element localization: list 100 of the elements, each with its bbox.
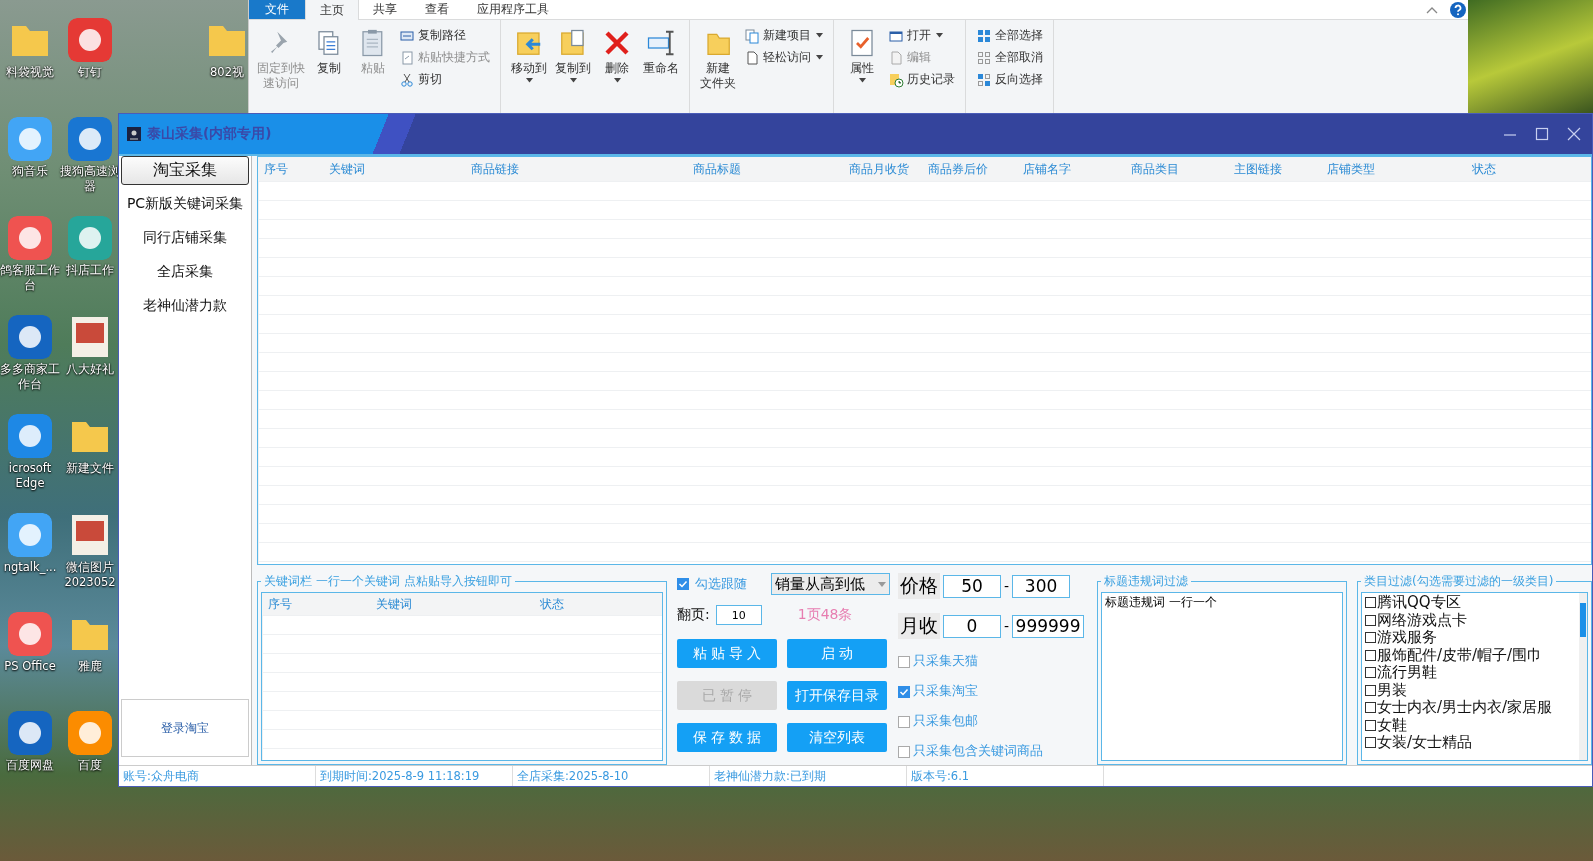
- app-icon[interactable]: [8, 414, 52, 458]
- app-icon[interactable]: [8, 612, 52, 656]
- checkbox[interactable]: [1365, 719, 1376, 731]
- icon-label: 微信图片 2023052: [64, 560, 116, 590]
- checkbox[interactable]: [1365, 702, 1376, 714]
- checkbox[interactable]: [898, 715, 910, 728]
- status-text: 老神仙潜力款:已到期: [710, 766, 907, 786]
- app-icon[interactable]: [68, 216, 112, 260]
- app-icon[interactable]: [68, 711, 112, 755]
- column-header: 状态: [1471, 160, 1497, 178]
- ribbon-button[interactable]: 重命名: [641, 26, 681, 78]
- category-label: 女士内衣/男士内衣/家居服: [1377, 698, 1553, 717]
- app-icon[interactable]: [8, 513, 52, 557]
- checkbox[interactable]: [1365, 597, 1376, 609]
- ribbon-button[interactable]: 全部选择: [974, 26, 1045, 45]
- icon-label: 八大好礼: [66, 362, 114, 377]
- icon-label: 802视: [210, 65, 244, 80]
- ribbon-button[interactable]: 历史记录: [886, 70, 957, 89]
- icon-label: ngtalk_...: [3, 560, 57, 575]
- window-title: 泰山采集(内部专用): [147, 125, 272, 143]
- column-header: 关键词: [374, 595, 413, 613]
- icon-label: 鸽客服工作 台: [0, 263, 60, 293]
- page-field[interactable]: 10: [715, 605, 762, 625]
- ribbon-button[interactable]: 轻松访问: [742, 48, 825, 67]
- page-info: 1页48条: [797, 606, 853, 624]
- icon-label: 钉钉: [78, 65, 102, 80]
- ribbon-button[interactable]: 反向选择: [974, 70, 1045, 89]
- app-icon[interactable]: [8, 315, 52, 359]
- ribbon-button[interactable]: 剪切: [397, 70, 492, 89]
- icon-label: 百度: [78, 758, 102, 773]
- category-label: 女鞋: [1377, 715, 1407, 734]
- group-title: 标题违规词过滤: [1103, 573, 1189, 590]
- monthly-min-field[interactable]: 0: [943, 614, 1001, 638]
- checkbox-label: 只采集淘宝: [913, 683, 978, 700]
- checkbox[interactable]: [1365, 737, 1376, 749]
- app-icon[interactable]: [68, 18, 112, 62]
- ribbon-tab[interactable]: 文件: [249, 0, 305, 19]
- ribbon-button[interactable]: 复制路径: [397, 26, 492, 45]
- app-logo-icon: [127, 127, 141, 141]
- checkbox[interactable]: [1365, 667, 1376, 679]
- checkbox[interactable]: [1365, 632, 1376, 644]
- help-icon[interactable]: [1450, 1, 1466, 18]
- app-icon[interactable]: [8, 216, 52, 260]
- checkbox-label: 只采集包邮: [913, 713, 978, 730]
- checkbox[interactable]: [1365, 614, 1376, 626]
- checkbox[interactable]: [1365, 649, 1376, 661]
- ribbon-button[interactable]: 打开: [886, 26, 957, 45]
- price-max-field[interactable]: 300: [1012, 574, 1071, 598]
- chevron-icon[interactable]: [1426, 5, 1438, 14]
- nav-item[interactable]: 老神仙潜力款: [121, 291, 249, 321]
- column-header: 商品月收货: [848, 160, 910, 178]
- login-button[interactable]: 登录淘宝: [121, 699, 249, 757]
- price-min-field[interactable]: 50: [943, 574, 1001, 598]
- icon-label: icrosoft Edge: [8, 461, 52, 491]
- category-label: 男装: [1377, 680, 1407, 699]
- documents-icon: [744, 27, 760, 44]
- maximize-icon[interactable]: [1534, 126, 1550, 142]
- checkbox[interactable]: [677, 578, 689, 590]
- document-icon: [888, 49, 904, 66]
- monthly-max-field[interactable]: 999999: [1012, 614, 1085, 638]
- ribbon-button[interactable]: 新建 文件夹: [698, 26, 738, 93]
- group-title: 类目过滤(勾选需要过滤的一级类目): [1363, 573, 1555, 590]
- column-header: 商品链接: [470, 160, 520, 178]
- price-label: 价格: [898, 573, 940, 599]
- nav-item[interactable]: PC新版关键词采集: [121, 189, 249, 219]
- grid-icon: [976, 49, 992, 66]
- icon-label: 新建文件: [66, 461, 114, 476]
- ribbon-button[interactable]: 全部取消: [974, 48, 1045, 67]
- ribbon-button[interactable]: 复制到: [553, 26, 593, 85]
- sort-dropdown[interactable]: 销量从高到低: [771, 573, 890, 595]
- category-label: 游戏服务: [1377, 628, 1437, 648]
- nav-item[interactable]: 同行店铺采集: [121, 223, 249, 253]
- ribbon-button[interactable]: 删除: [597, 26, 637, 85]
- ribbon-button[interactable]: 属性: [842, 26, 882, 85]
- scissors-icon: [399, 71, 415, 88]
- ribbon-button[interactable]: 移动到: [509, 26, 549, 85]
- monthly-label: 月收: [898, 613, 940, 639]
- app-icon[interactable]: [8, 711, 52, 755]
- nav-item[interactable]: 全店采集: [121, 257, 249, 287]
- ribbon-button[interactable]: 新建项目: [742, 26, 825, 45]
- checkbox[interactable]: [898, 685, 910, 698]
- app-icon[interactable]: [68, 117, 112, 161]
- scrollbar[interactable]: [1579, 593, 1587, 760]
- column-header: 商品券后价: [926, 160, 989, 178]
- grid-icon: [976, 71, 992, 88]
- checkbox[interactable]: [898, 745, 910, 758]
- ribbon-tab[interactable]: 主页: [305, 0, 359, 20]
- column-header: 商品标题: [692, 160, 742, 178]
- document-icon: [399, 49, 415, 66]
- nav-item[interactable]: 淘宝采集: [121, 156, 249, 185]
- ribbon-button[interactable]: 复制: [309, 26, 349, 78]
- column-header: 店铺名字: [1021, 160, 1072, 178]
- caret-icon: [878, 581, 886, 587]
- category-label: 腾讯QQ专区: [1377, 593, 1461, 612]
- app-icon[interactable]: [8, 117, 52, 161]
- checkbox[interactable]: [1365, 684, 1376, 696]
- status-text: 全店采集:2025-8-10: [513, 766, 710, 786]
- close-icon[interactable]: [1566, 126, 1582, 142]
- banned-words-field[interactable]: 标题违规词 一行一个: [1101, 592, 1343, 761]
- checkbox[interactable]: [898, 655, 910, 668]
